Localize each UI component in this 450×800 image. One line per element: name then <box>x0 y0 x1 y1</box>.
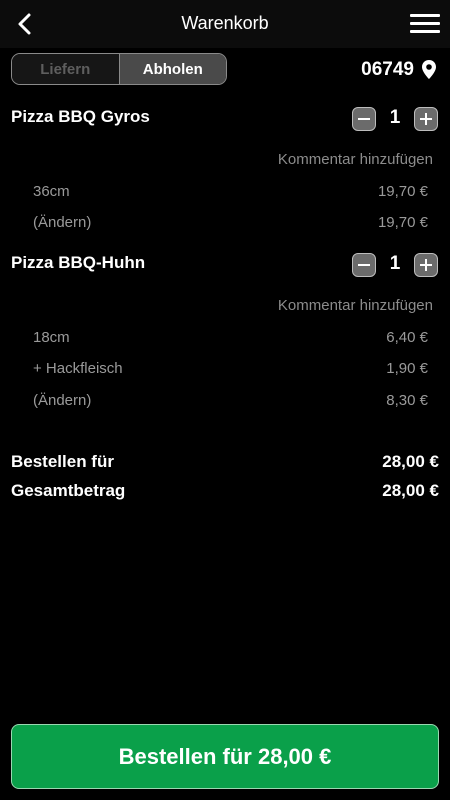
page-title: Warenkorb <box>181 13 269 33</box>
total-value: 28,00 € <box>382 481 439 500</box>
increase-quantity-button[interactable] <box>414 253 438 277</box>
total-label: Gesamtbetrag <box>11 481 126 500</box>
cart-item-name: Pizza BBQ Gyros <box>11 107 150 126</box>
quantity-value: 1 <box>389 253 401 274</box>
zip-code[interactable]: 06749 <box>361 59 414 81</box>
decrease-quantity-button[interactable] <box>352 107 376 131</box>
item-subtotal: 8,30 € <box>386 392 428 409</box>
change-item-link[interactable]: (Ändern) <box>33 392 91 409</box>
top-bar: Warenkorb <box>0 0 450 48</box>
add-comment-link[interactable]: Kommentar hinzufügen <box>278 151 433 168</box>
place-order-button[interactable]: Bestellen für 28,00 € <box>11 724 439 789</box>
add-comment-link[interactable]: Kommentar hinzufügen <box>278 297 433 314</box>
quantity-value: 1 <box>389 107 401 128</box>
increase-quantity-button[interactable] <box>414 107 438 131</box>
order-for-label: Bestellen für <box>11 452 114 471</box>
tab-liefern[interactable]: Liefern <box>12 54 119 84</box>
option-label: 18cm <box>33 329 70 346</box>
change-item-link[interactable]: (Ändern) <box>33 214 91 231</box>
delivery-mode-toggle: Liefern Abholen <box>11 53 227 85</box>
hamburger-menu-icon[interactable] <box>410 14 440 34</box>
tab-abholen[interactable]: Abholen <box>118 54 226 84</box>
option-price: 1,90 € <box>386 360 428 377</box>
order-for-value: 28,00 € <box>382 452 439 471</box>
option-label: + Hackfleisch <box>33 360 123 377</box>
option-price: 19,70 € <box>377 183 428 200</box>
location-pin-icon[interactable] <box>422 60 436 79</box>
item-subtotal: 19,70 € <box>377 214 428 231</box>
cart-item-name: Pizza BBQ-Huhn <box>11 253 146 272</box>
decrease-quantity-button[interactable] <box>352 253 376 277</box>
option-label: 36cm <box>33 183 70 200</box>
option-price: 6,40 € <box>386 329 428 346</box>
